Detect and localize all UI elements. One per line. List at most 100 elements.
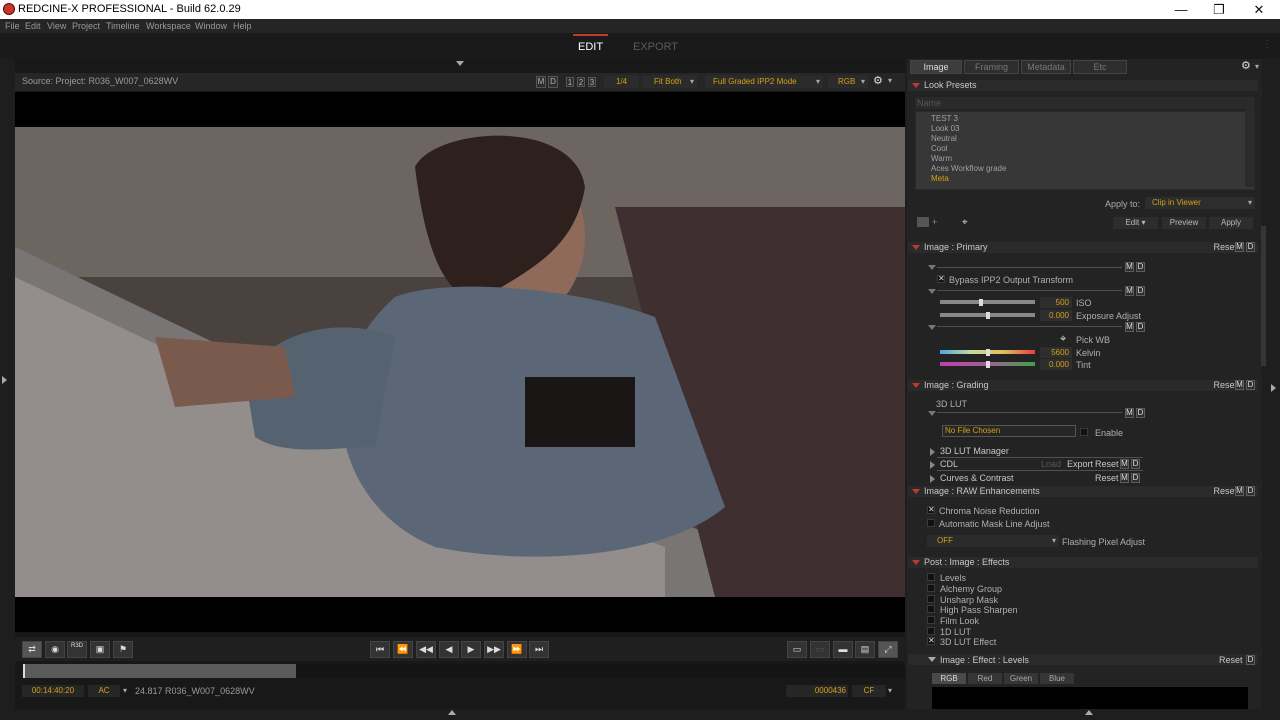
exposure-value[interactable]: 0.000 (1040, 310, 1072, 321)
tint-slider-handle[interactable] (986, 361, 990, 368)
mask-checkbox[interactable] (927, 519, 935, 527)
flashing-pixel-select[interactable]: OFF ▾ (927, 535, 1059, 547)
preset-list[interactable] (915, 111, 1255, 190)
cdl-row[interactable]: CDL Load Export Reset (908, 459, 1258, 470)
r3d-snapshot-button[interactable]: R3D (67, 641, 87, 658)
crosshair-icon[interactable]: ⌖ (962, 217, 968, 228)
pick-wb-icon[interactable]: ⌖ (1060, 333, 1066, 346)
raw-d-toggle[interactable]: D (1246, 486, 1255, 496)
collapse-top-icon[interactable] (456, 61, 464, 66)
group-collapse-icon[interactable] (928, 325, 936, 330)
list-item[interactable]: Look 03 (931, 124, 959, 133)
frame-mode[interactable]: CF (852, 685, 886, 697)
inspector-gear-dropdown-icon[interactable]: ▾ (1255, 62, 1259, 71)
list-item[interactable]: TEST 3 (931, 114, 958, 123)
filmlook-checkbox[interactable] (927, 616, 935, 624)
next-clip-button[interactable]: ⏩ (507, 641, 527, 658)
rewind-button[interactable]: ◀◀ (416, 641, 436, 658)
preset-name-field[interactable]: Name (915, 97, 1245, 109)
close-button[interactable]: ✕ (1240, 0, 1278, 19)
group-collapse-icon[interactable] (928, 265, 936, 270)
grading-m-toggle[interactable]: M (1235, 380, 1244, 390)
view-2-button[interactable]: 2 (577, 77, 585, 87)
levels-d-toggle[interactable]: D (1246, 655, 1255, 665)
levels-collapse-icon[interactable] (928, 657, 936, 662)
viewer-gear-icon[interactable]: ⚙ (873, 74, 883, 87)
channel-select[interactable]: RGB ▾ (828, 75, 868, 88)
effects-header[interactable]: Post : Image : Effects (908, 557, 1258, 568)
grading-header[interactable]: Image : Grading Reset (908, 380, 1258, 391)
menu-view[interactable]: View (47, 21, 66, 31)
levels-tab-rgb[interactable]: RGB (932, 673, 966, 684)
menu-file[interactable]: File (5, 21, 20, 31)
wide-view-button[interactable]: ▬ (833, 641, 853, 658)
kelvin-value[interactable]: 5600 (1040, 347, 1072, 358)
cdl-d-toggle[interactable]: D (1131, 459, 1140, 469)
fast-forward-button[interactable]: ▶▶ (484, 641, 504, 658)
levels-tab-red[interactable]: Red (968, 673, 1002, 684)
levels-tab-green[interactable]: Green (1004, 673, 1038, 684)
d-toggle[interactable]: D (1136, 322, 1145, 332)
tab-etc[interactable]: Etc (1073, 60, 1127, 74)
lut-manager-row[interactable]: 3D LUT Manager (908, 446, 1258, 457)
raw-header[interactable]: Image : RAW Enhancements Reset (908, 486, 1258, 497)
menu-project[interactable]: Project (72, 21, 100, 31)
cdl-load-button[interactable]: Load (1041, 459, 1061, 470)
alchemy-checkbox[interactable] (927, 584, 935, 592)
expand-icon[interactable] (930, 475, 935, 483)
levels-reset-button[interactable]: Reset (1219, 655, 1243, 665)
list-item[interactable]: Warm (931, 154, 952, 163)
apply-button[interactable]: Apply (1209, 217, 1253, 229)
minimize-button[interactable]: — (1162, 0, 1200, 19)
loop-toggle-button[interactable]: ⇄ (22, 641, 42, 658)
d-toggle[interactable]: D (1136, 262, 1145, 272)
curves-m-toggle[interactable]: M (1120, 473, 1129, 483)
viewer-mode-select[interactable]: Full Graded IPP2 Mode ▾ (705, 75, 823, 88)
menu-timeline[interactable]: Timeline (106, 21, 140, 31)
list-item[interactable]: Aces Workflow grade (931, 164, 1006, 173)
fit-select[interactable]: Fit Both ▾ (642, 75, 697, 88)
m-toggle[interactable]: M (536, 76, 546, 88)
list-item[interactable]: Neutral (931, 134, 957, 143)
film-strip-button[interactable]: ▤ (855, 641, 875, 658)
folder-icon[interactable] (917, 217, 929, 227)
go-to-start-button[interactable]: ⏮ (370, 641, 390, 658)
m-toggle[interactable]: M (1125, 408, 1134, 418)
primary-header[interactable]: Image : Primary Reset (908, 242, 1258, 253)
flag-button[interactable]: ⚑ (113, 641, 133, 658)
frame-mode-dropdown-icon[interactable]: ▾ (888, 686, 892, 695)
highpass-checkbox[interactable] (927, 605, 935, 613)
exposure-slider-handle[interactable] (986, 312, 990, 319)
d-toggle[interactable]: D (1136, 286, 1145, 296)
cdl-export-button[interactable]: Export (1067, 459, 1093, 470)
expand-icon[interactable] (930, 448, 935, 456)
tab-export[interactable]: EXPORT (633, 41, 678, 53)
m-toggle[interactable]: M (1125, 286, 1134, 296)
m-toggle[interactable]: M (1125, 322, 1134, 332)
add-preset-icon[interactable]: + (932, 217, 937, 227)
tab-image[interactable]: Image (910, 60, 962, 74)
tab-framing[interactable]: Framing (964, 60, 1019, 74)
levels-histogram[interactable] (932, 687, 1248, 709)
play-button[interactable]: ▶ (461, 641, 481, 658)
collapse-bottom-icon[interactable] (448, 710, 456, 715)
timecode-mode[interactable]: AC (88, 685, 120, 697)
view-1-button[interactable]: 1 (566, 77, 574, 87)
maximize-button[interactable]: ❐ (1200, 0, 1238, 19)
grading-d-toggle[interactable]: D (1246, 380, 1255, 390)
expand-icon[interactable] (930, 461, 935, 469)
raw-m-toggle[interactable]: M (1235, 486, 1244, 496)
curves-d-toggle[interactable]: D (1131, 473, 1140, 483)
chroma-checkbox[interactable]: ✕ (927, 506, 935, 514)
list-item-selected[interactable]: Meta (931, 174, 949, 183)
levels-checkbox[interactable] (927, 573, 935, 581)
curves-row[interactable]: Curves & Contrast Reset (908, 473, 1258, 484)
monitor-button[interactable]: ▭ (787, 641, 807, 658)
viewer-gear-dropdown-icon[interactable]: ▾ (888, 76, 892, 85)
inspector-gear-icon[interactable]: ⚙ (1241, 59, 1251, 72)
look-presets-header[interactable]: Look Presets (908, 80, 1258, 91)
preview-button[interactable]: Preview (1162, 217, 1206, 229)
expand-right-icon[interactable] (1271, 384, 1276, 392)
snapshot-button[interactable]: ◉ (45, 641, 65, 658)
group-collapse-icon[interactable] (928, 411, 936, 416)
